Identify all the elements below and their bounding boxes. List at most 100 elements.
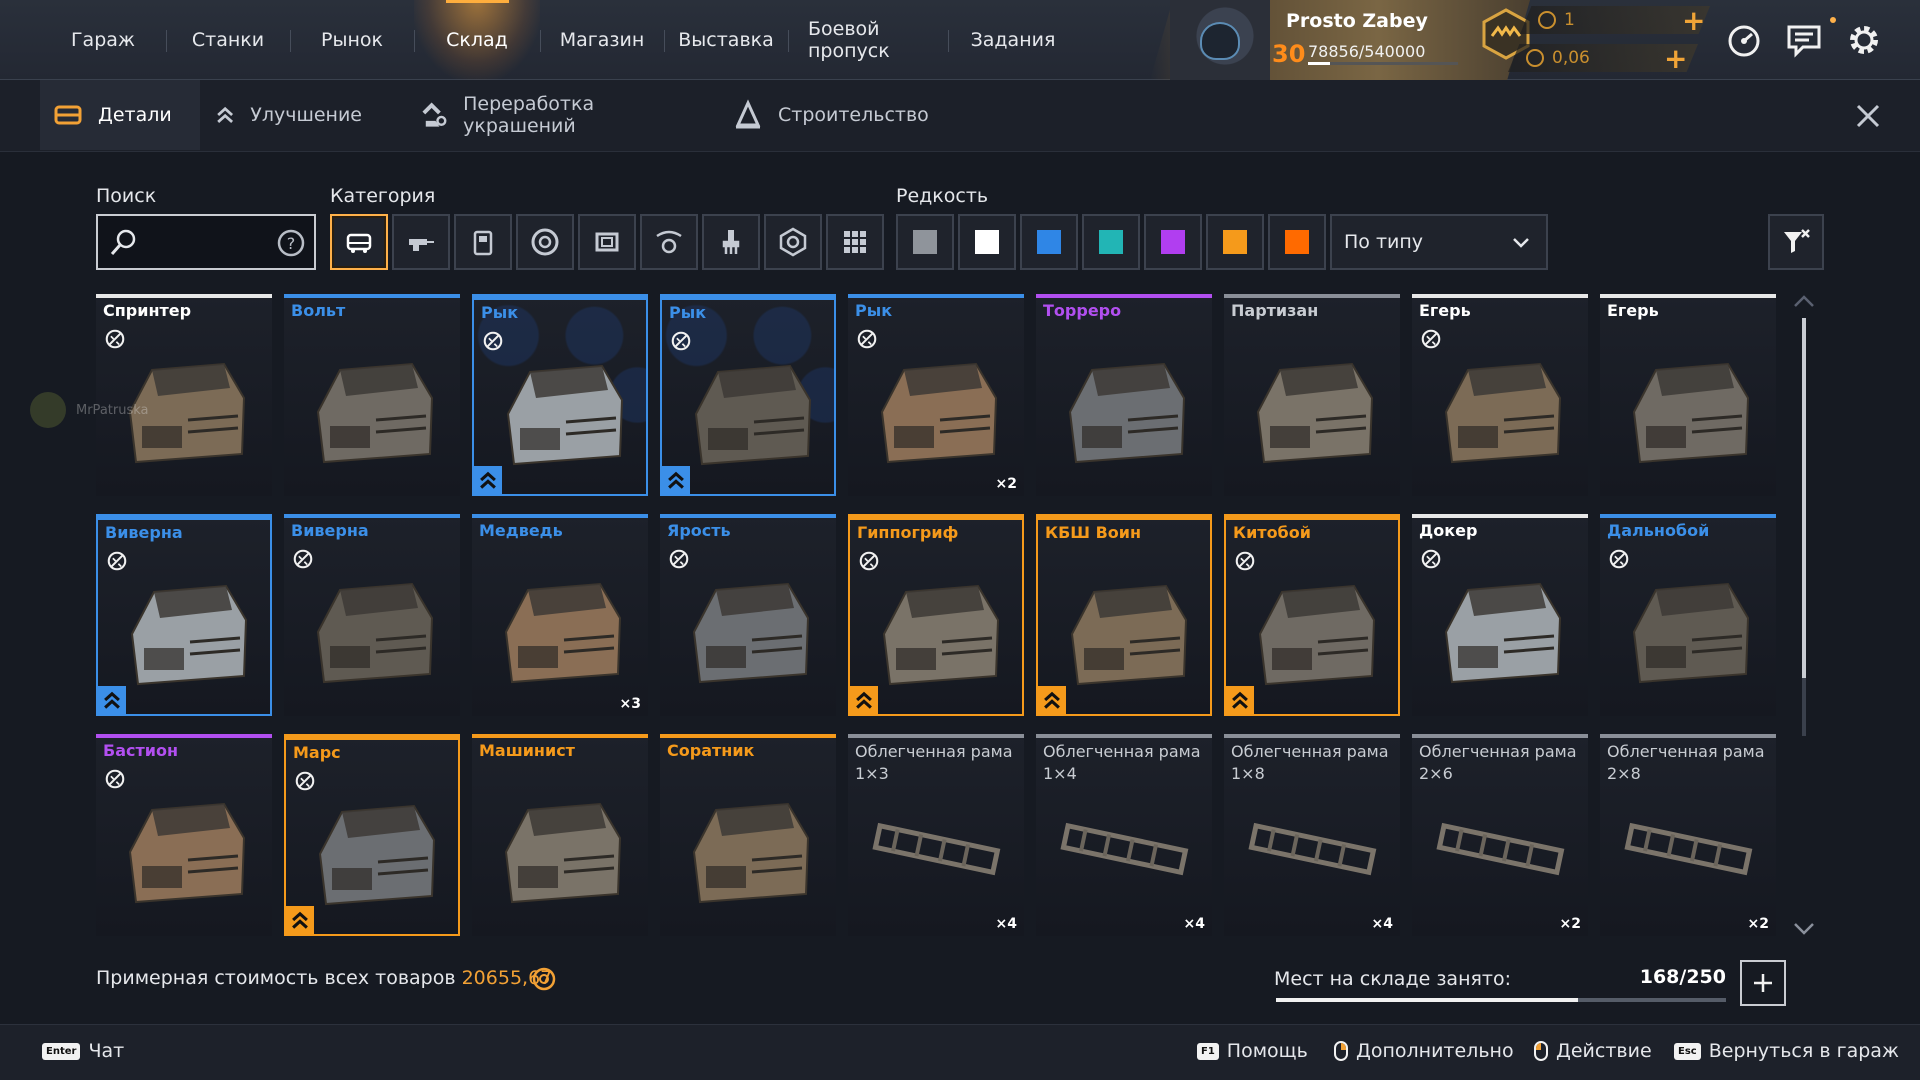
rarity-filter-button[interactable] [1082, 214, 1140, 270]
rarity-swatch [1099, 230, 1123, 254]
item-card[interactable]: Марс [284, 734, 460, 936]
item-card[interactable]: Облегченная рама 1×4 ×4 [1036, 734, 1212, 936]
tab-label: Переработка украшений [463, 93, 595, 137]
item-card[interactable]: Ярость [660, 514, 836, 716]
rarity-filter-button[interactable] [896, 214, 954, 270]
item-card[interactable]: Облегченная рама 2×8 ×2 [1600, 734, 1776, 936]
cabin-part-icon [1632, 582, 1750, 684]
rarity-filter-button[interactable] [1020, 214, 1078, 270]
rarity-filter-button[interactable] [1144, 214, 1202, 270]
rarity-stripe [96, 294, 272, 298]
chat-messages-icon[interactable] [1784, 20, 1824, 60]
tab-upgrade-chevrons[interactable]: Улучшение [202, 80, 362, 150]
action-hint[interactable]: Действие [1534, 1040, 1652, 1062]
nav-tab[interactable]: Рынок [290, 0, 414, 80]
item-card[interactable]: Партизан [1224, 294, 1400, 496]
item-card[interactable]: Виверна [284, 514, 460, 716]
item-card[interactable]: Вольт [284, 294, 460, 496]
expand-storage-button[interactable] [1740, 960, 1786, 1006]
item-card[interactable]: Торреро [1036, 294, 1212, 496]
recycle-decor-icon [422, 102, 447, 127]
item-card[interactable]: Облегченная рама 1×3 ×4 [848, 734, 1024, 936]
cabin-part-icon [882, 584, 1000, 686]
back-hint[interactable]: Esc Вернуться в гараж [1674, 1040, 1899, 1062]
nav-tab[interactable]: Станки [166, 0, 290, 80]
item-name: Машинист [479, 741, 575, 760]
rarity-stripe [1600, 514, 1776, 518]
rarity-filter-button[interactable] [958, 214, 1016, 270]
upgrade-badge [662, 466, 690, 494]
item-card[interactable]: КБШ Воин [1036, 514, 1212, 716]
close-icon[interactable] [1852, 100, 1884, 132]
item-card[interactable]: Облегченная рама 2×6 ×2 [1412, 734, 1588, 936]
nav-tab[interactable]: Склад [414, 0, 540, 80]
rarity-stripe [1224, 294, 1400, 298]
cabin-part-icon [1632, 362, 1750, 464]
item-name: Егерь [1607, 301, 1659, 320]
item-card[interactable]: Рык ×2 [848, 294, 1024, 496]
category-filter-module[interactable] [454, 214, 512, 270]
nav-tab[interactable]: Боевой пропуск [788, 0, 948, 80]
nav-tab[interactable]: Магазин [540, 0, 664, 80]
sort-dropdown[interactable]: По типу [1330, 214, 1548, 270]
scroll-up-icon[interactable] [1793, 294, 1815, 308]
rarity-filter-button[interactable] [1268, 214, 1326, 270]
item-card[interactable]: Егерь [1600, 294, 1776, 496]
item-card[interactable]: Машинист [472, 734, 648, 936]
nav-tab[interactable]: Выставка [664, 0, 788, 80]
item-name: Докер [1419, 521, 1477, 540]
help-hint[interactable]: F1 Помощь [1197, 1040, 1308, 1062]
rarity-stripe [1038, 516, 1210, 520]
rarity-swatch [1223, 230, 1247, 254]
more-hint[interactable]: Дополнительно [1334, 1040, 1514, 1062]
category-filter-decor[interactable] [702, 214, 760, 270]
item-card[interactable]: Облегченная рама 1×8 ×4 [1224, 734, 1400, 936]
item-name-text: Облегченная рама [855, 742, 1013, 761]
item-card[interactable]: Дальнобой [1600, 514, 1776, 716]
item-card[interactable]: Виверна [96, 514, 272, 716]
category-filter-structure[interactable] [764, 214, 822, 270]
tab-construction[interactable]: Строительство [720, 80, 950, 150]
category-filter-frame[interactable] [578, 214, 636, 270]
nav-tab[interactable]: Гараж [40, 0, 166, 80]
search-input[interactable]: ? [96, 214, 316, 270]
rarity-stripe [1036, 734, 1212, 738]
item-card[interactable]: Медведь ×3 [472, 514, 648, 716]
item-card[interactable]: Китобой [1224, 514, 1400, 716]
storage-label: Мест на складе занято: [1274, 968, 1512, 990]
tab-parts[interactable]: Детали [40, 80, 200, 150]
item-card[interactable]: Бастион [96, 734, 272, 936]
item-name-text: Егерь [1607, 301, 1659, 320]
add-coins-button[interactable]: + [1682, 4, 1705, 37]
module-icon [473, 230, 493, 256]
item-card[interactable]: Егерь [1412, 294, 1588, 496]
settings-gear-icon[interactable] [1844, 20, 1884, 60]
item-name-text: КБШ Воин [1045, 523, 1142, 542]
item-card[interactable]: Гиппогриф [848, 514, 1024, 716]
item-name-text: Облегченная рама [1607, 742, 1765, 761]
cabin-part-icon [316, 362, 434, 464]
rarity-stripe [1412, 514, 1588, 518]
category-filter-weapon[interactable] [392, 214, 450, 270]
category-filter-other-grid[interactable] [826, 214, 884, 270]
category-filter-movement[interactable] [640, 214, 698, 270]
item-card[interactable]: Соратник [660, 734, 836, 936]
scroll-down-icon[interactable] [1793, 922, 1815, 936]
tab-recycle-decor[interactable]: Переработка украшений [406, 80, 706, 150]
help-question-icon[interactable]: ? [276, 228, 306, 258]
category-filter-cabin[interactable] [330, 214, 388, 270]
item-card[interactable]: Докер [1412, 514, 1588, 716]
add-premium-button[interactable]: + [1664, 42, 1687, 75]
rarity-filter-button[interactable] [1206, 214, 1264, 270]
rarity-stripe [284, 294, 460, 298]
clear-filter-button[interactable] [1768, 214, 1824, 270]
item-card[interactable]: Рык [472, 294, 648, 496]
nav-tab[interactable]: Задания [948, 0, 1078, 80]
scrollbar-thumb[interactable] [1802, 318, 1806, 678]
item-name-text: Виверна [105, 523, 183, 542]
chat-hint[interactable]: Enter Чат [42, 1040, 124, 1062]
rarity-label: Редкость [896, 185, 989, 207]
category-filter-wheel[interactable] [516, 214, 574, 270]
speedometer-icon[interactable] [1724, 20, 1764, 60]
item-card[interactable]: Рык [660, 294, 836, 496]
